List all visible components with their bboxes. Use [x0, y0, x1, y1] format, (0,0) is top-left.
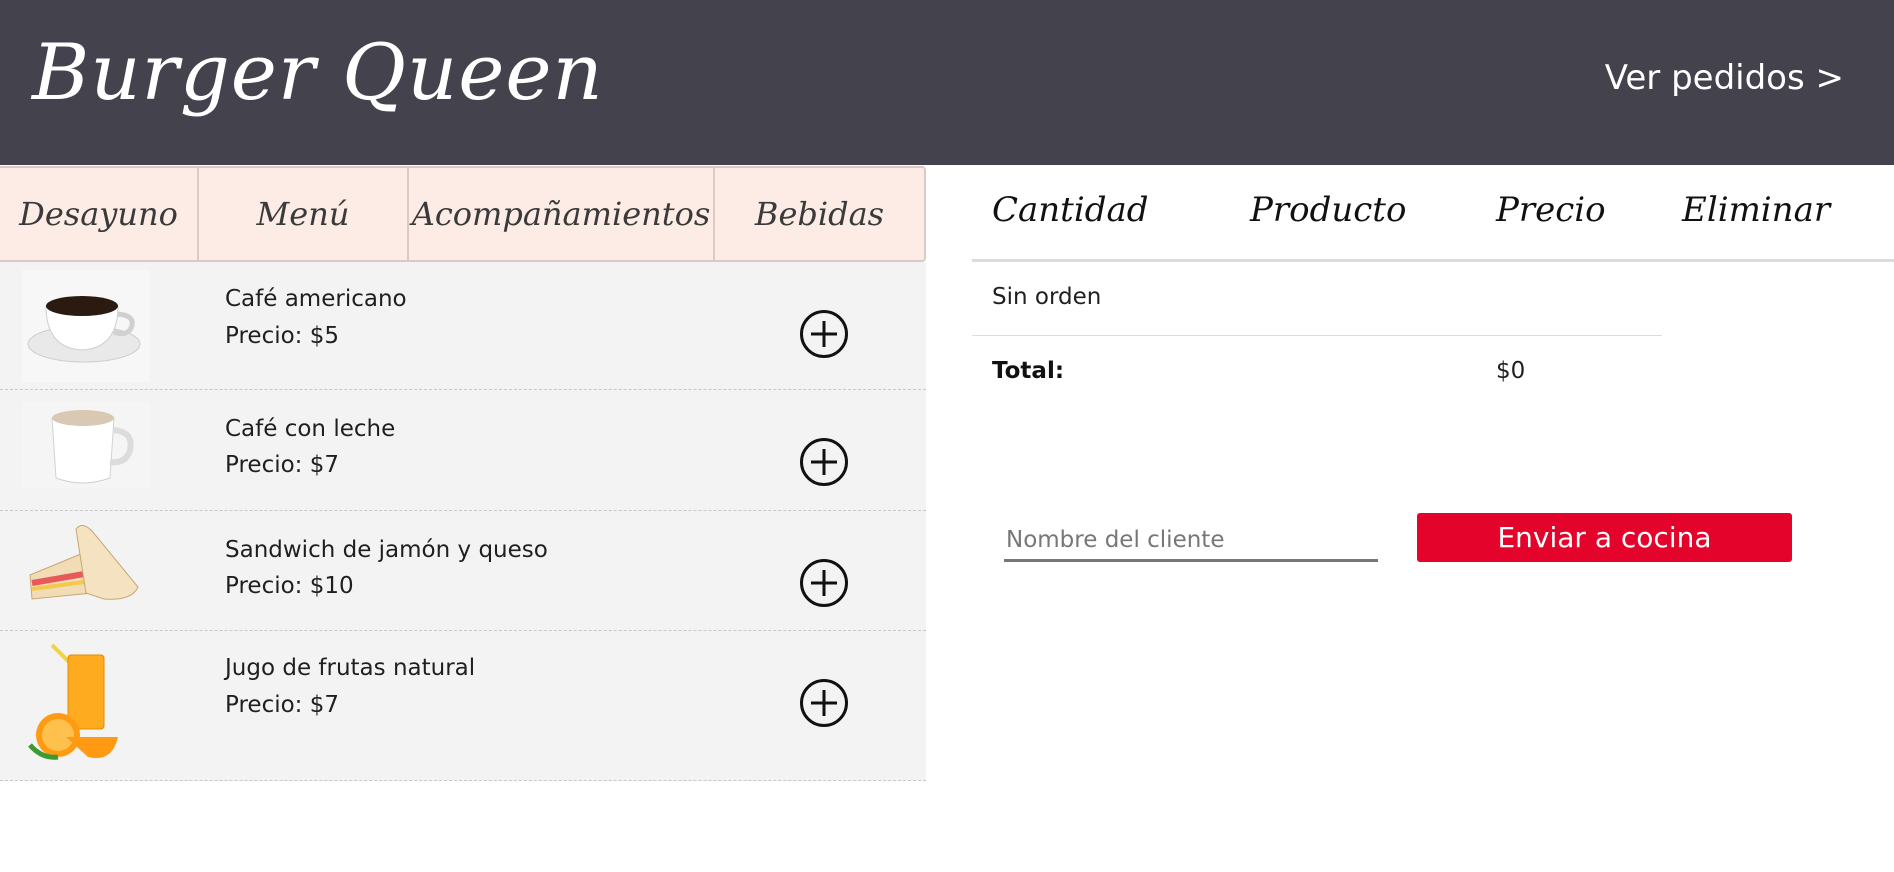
product-list: Café americano Precio: $5 Café con leche…: [0, 262, 926, 781]
column-cantidad: Cantidad: [992, 190, 1149, 230]
latte-mug-icon: [22, 402, 150, 488]
empty-order-text: Sin orden: [992, 284, 1102, 310]
product-item: Sandwich de jamón y queso Precio: $10: [0, 511, 926, 631]
client-name-input[interactable]: [1004, 520, 1378, 562]
product-price: Precio: $5: [225, 323, 340, 349]
total-value: $0: [1496, 358, 1526, 384]
product-price: Precio: $7: [225, 452, 340, 478]
add-product-button[interactable]: [800, 438, 848, 486]
order-table-header: Cantidad Producto Precio Eliminar: [972, 166, 1894, 262]
orange-juice-icon: [28, 643, 118, 760]
order-empty-row: Sin orden: [972, 262, 1662, 336]
tab-bebidas[interactable]: Bebidas: [715, 168, 924, 260]
send-to-kitchen-button[interactable]: Enviar a cocina: [1417, 513, 1792, 562]
add-product-button[interactable]: [800, 559, 848, 607]
column-eliminar: Eliminar: [1682, 190, 1831, 230]
sandwich-icon: [29, 525, 139, 600]
add-product-button[interactable]: [800, 310, 848, 358]
product-name: Sandwich de jamón y queso: [225, 537, 548, 563]
product-name: Jugo de frutas natural: [225, 655, 476, 681]
product-name: Café americano: [225, 286, 407, 312]
product-price: Precio: $10: [225, 573, 354, 599]
tab-menu[interactable]: Menú: [199, 168, 409, 260]
coffee-cup-icon: [22, 270, 150, 382]
column-producto: Producto: [1250, 190, 1407, 230]
product-name: Café con leche: [225, 416, 396, 442]
product-item: Café con leche Precio: $7: [0, 390, 926, 511]
tab-acompanamientos[interactable]: Acompañamientos: [409, 168, 715, 260]
view-orders-link[interactable]: Ver pedidos >: [1605, 58, 1844, 98]
app-header: Burger Queen Ver pedidos >: [0, 0, 1894, 165]
product-item: Jugo de frutas natural Precio: $7: [0, 631, 926, 781]
total-label: Total:: [992, 358, 1065, 384]
column-precio: Precio: [1496, 190, 1606, 230]
brand-logo: Burger Queen: [32, 28, 604, 118]
tab-desayuno[interactable]: Desayuno: [0, 168, 199, 260]
add-product-button[interactable]: [800, 679, 848, 727]
product-price: Precio: $7: [225, 692, 340, 718]
product-item: Café americano Precio: $5: [0, 262, 926, 390]
menu-tabs: Desayuno Menú Acompañamientos Bebidas: [0, 166, 926, 262]
